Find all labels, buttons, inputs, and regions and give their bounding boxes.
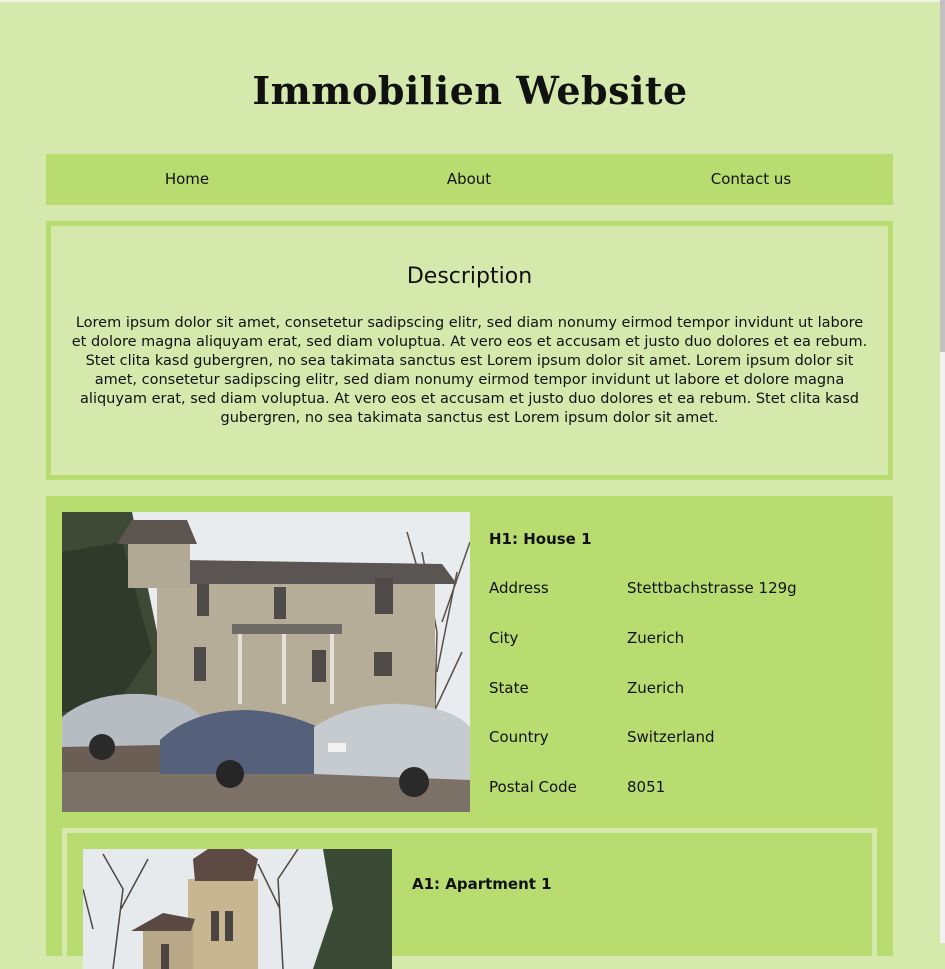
country-value: Switzerland <box>627 728 715 746</box>
state-value: Zuerich <box>627 679 685 697</box>
vertical-scrollbar[interactable] <box>940 0 945 943</box>
nav-link-home[interactable]: Home <box>46 154 328 205</box>
nav-link-about[interactable]: About <box>328 154 610 205</box>
page: Immobilien Website Home About Contact us… <box>0 0 940 969</box>
description-text: Lorem ipsum dolor sit amet, consetetur s… <box>71 315 868 426</box>
site-title: Immobilien Website <box>252 68 688 113</box>
address-label: Address <box>489 579 549 597</box>
postal-code-value: 8051 <box>627 778 666 796</box>
postal-code-label: Postal Code <box>489 778 577 796</box>
apartment-title: A1: Apartment 1 <box>412 875 552 893</box>
apartment-card: A1: Apartment 1 <box>62 828 877 969</box>
city-value: Zuerich <box>627 629 685 647</box>
apartment-photo <box>83 849 392 969</box>
house-title: H1: House 1 <box>489 530 592 548</box>
scrollbar-thumb[interactable] <box>940 0 945 352</box>
country-label: Country <box>489 728 549 746</box>
city-label: City <box>489 629 519 647</box>
listings-section: H1: House 1 Address Stettbachstrasse 129… <box>46 496 893 969</box>
nav-link-contact[interactable]: Contact us <box>610 154 892 205</box>
address-value: Stettbachstrasse 129g <box>627 579 797 597</box>
state-label: State <box>489 679 529 697</box>
main-navigation: Home About Contact us <box>46 154 893 205</box>
description-heading: Description <box>406 264 533 289</box>
house-photo <box>62 512 470 812</box>
description-section: Description Lorem ipsum dolor sit amet, … <box>46 221 893 480</box>
